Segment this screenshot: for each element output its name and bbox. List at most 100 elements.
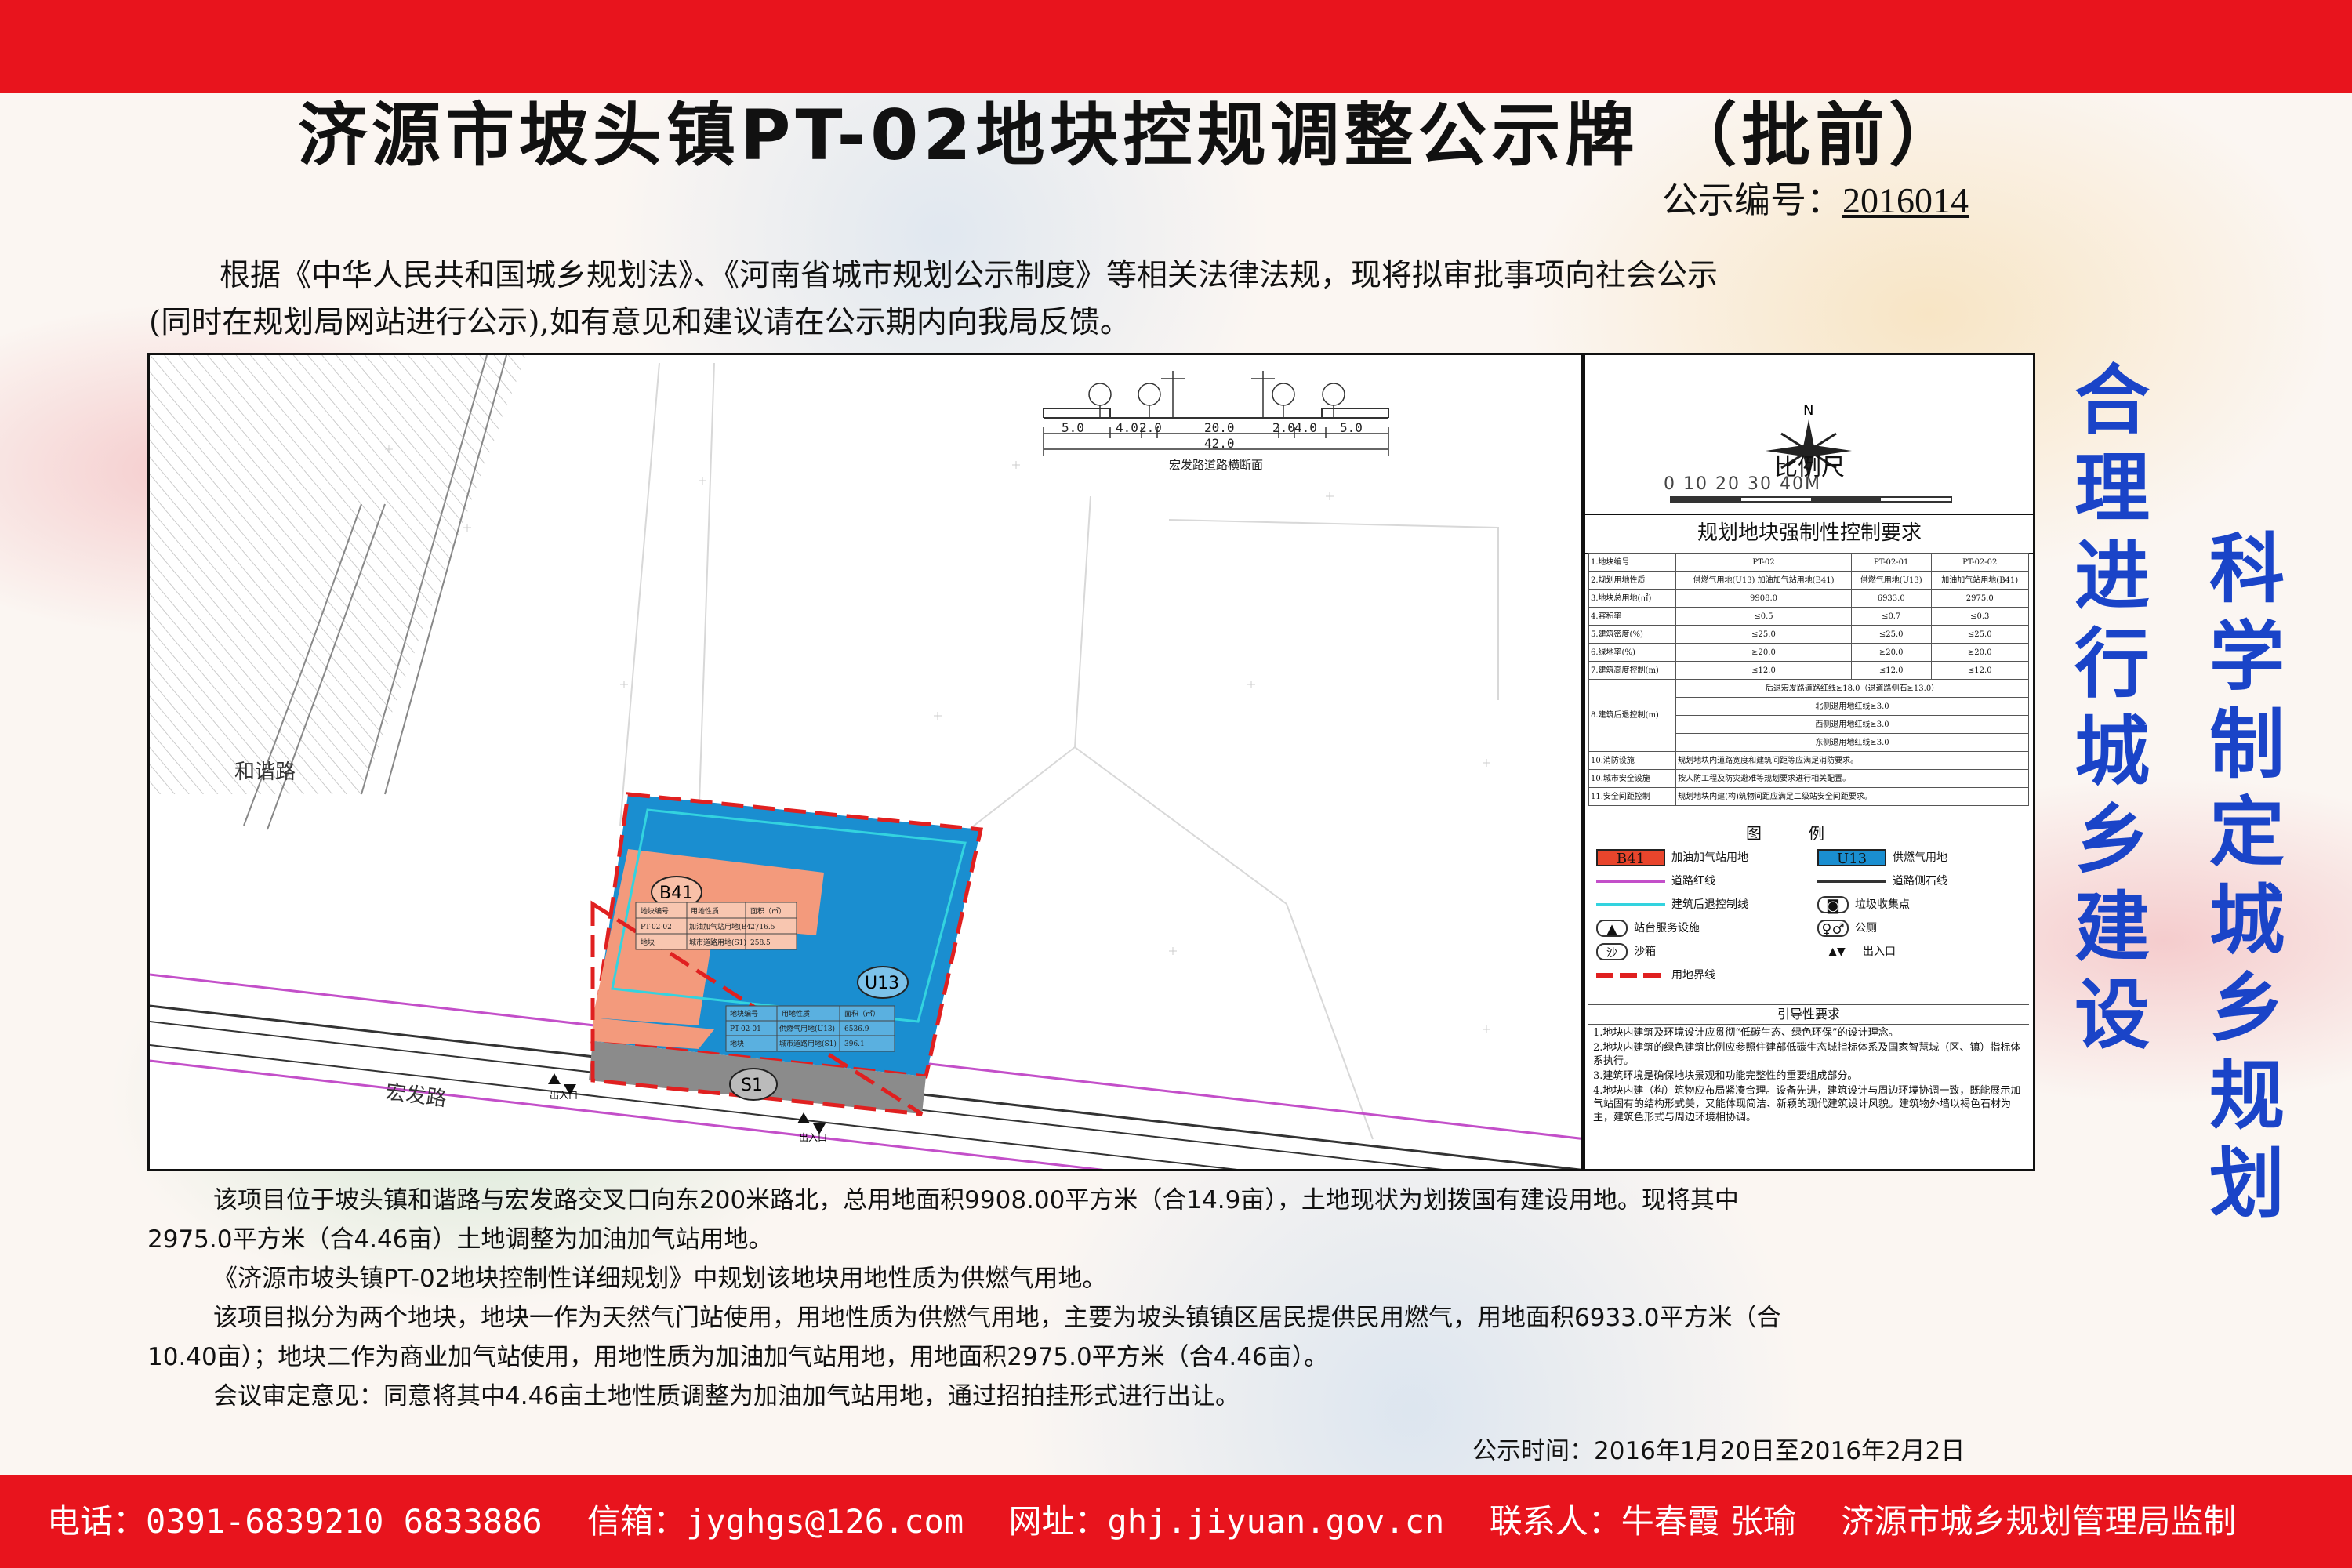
p2-r1c3: 6536.9 [844, 1025, 869, 1033]
table-row: 11.安全间距控制 规划地块内建(构)筑物间距应满足二级站安全间距要求。 [1588, 787, 2029, 806]
table-row: 5.建筑密度(%) ≤25.0 ≤25.0 ≤25.0 [1588, 625, 2029, 644]
footer-email: 信箱：jyghgs@126.com [587, 1502, 964, 1541]
trash-bin-icon: ◙ [1817, 896, 1849, 914]
slogan-right: 科学制定城乡规划 [2209, 525, 2285, 1228]
footer-organization: 济源市城乡规划管理局监制 [1841, 1502, 2237, 1541]
sandbox-icon: 沙 [1596, 943, 1628, 960]
entry-arrow-icon: ▲▼ [1828, 946, 1846, 958]
legend-swatch-b41: B41 [1596, 849, 1665, 867]
scale-numbers: 0 10 20 30 40M [1664, 474, 1821, 494]
legend-item-b41: B41 加油加气站用地 [1596, 848, 1748, 868]
notice-board: 济源市坡头镇PT-02地块控规调整公示牌 （批前） 公示编号：2016014 根… [0, 0, 2352, 1568]
p1-r1c1: PT-02-02 [641, 924, 672, 931]
b41-label: B41 [659, 884, 693, 903]
p1-h3: 面积（㎡） [750, 906, 786, 916]
guidance-title: 引导性要求 [1588, 1005, 2029, 1025]
entry-arrow-icon-2: 出入口 [797, 1112, 827, 1143]
planning-map-drawing: 和谐路 宏发路 B41 U13 S1 地块编号 用地性质 面积（㎡） PT-02… [150, 355, 1581, 1169]
control-title: 规划地块强制性控制要求 [1585, 514, 2033, 554]
table-row: 8.建筑后退控制(m) 后退宏发路道路红线≥18.0（退道路侧石≥13.0） [1588, 679, 2029, 752]
svg-text:2.0: 2.0 [1272, 420, 1295, 435]
footer: 电话：0391-6839210 6833886 信箱：jyghgs@126.co… [47, 1475, 2352, 1568]
svg-text:5.0: 5.0 [1062, 420, 1084, 435]
legend-item-u13: U13 供燃气用地 [1817, 848, 1947, 868]
legend-item-entry: ▲▼ 出入口 [1817, 942, 1896, 962]
svg-text:4.0: 4.0 [1294, 420, 1317, 435]
legend-item-trash: ◙ 垃圾收集点 [1817, 895, 1910, 915]
p2-r2c1: 地块 [730, 1039, 744, 1048]
description-para-1b: 2975.0平方米（合4.46亩）土地调整为加油加气站用地。 [147, 1225, 773, 1254]
top-red-band [0, 0, 2352, 93]
svg-text:5.0: 5.0 [1340, 420, 1363, 435]
section-dims: 5.0 4.0 2.0 20.0 2.0 4.0 5.0 42.0 宏发路道路横… [1062, 420, 1363, 472]
table-row: 10.消防设施 规划地块内道路宽度和建筑间距等应满足消防要求。 [1588, 751, 2029, 770]
notice-number-value: 2016014 [1842, 180, 1969, 220]
u13-label: U13 [865, 974, 899, 993]
svg-text:4.0: 4.0 [1116, 420, 1138, 435]
intro-line-1: 根据《中华人民共和国城乡规划法》、《河南省城市规划公示制度》等相关法律法规，现将… [220, 258, 1719, 293]
description-para-3b: 10.40亩）；地块二作为商业加气站使用，用地性质为加油加气站用地，用地面积29… [147, 1343, 1329, 1371]
toilet-icon: ♀♂ [1817, 920, 1849, 938]
svg-text:42.0: 42.0 [1204, 436, 1235, 451]
legend-item-curb-line: 道路侧石线 [1817, 871, 1947, 891]
table-row: 6.绿地率(%) ≥20.0 ≥20.0 ≥20.0 [1588, 643, 2029, 662]
footer-contact: 联系人：牛春霞 张瑜 [1489, 1502, 1797, 1541]
slogan-left: 合理进行城乡建设 [2074, 357, 2150, 1059]
legend-item-toilet: ♀♂ 公厕 [1817, 918, 1877, 938]
page-title: 济源市坡头镇PT-02地块控规调整公示牌 （批前） [298, 95, 1963, 176]
description-para-2: 《济源市坡头镇PT-02地块控制性详细规划》中规划该地块用地性质为供燃气用地。 [213, 1265, 1107, 1293]
svg-text:2.0: 2.0 [1139, 420, 1162, 435]
p1-r2c3: 258.5 [750, 939, 771, 947]
notice-number: 公示编号：2016014 [1662, 177, 1969, 224]
intro-text: 根据《中华人民共和国城乡规划法》、《河南省城市规划公示制度》等相关法律法规，现将… [149, 252, 2031, 347]
table-row: 7.建筑高度控制(m) ≤12.0 ≤12.0 ≤12.0 [1588, 661, 2029, 680]
p1-r1c2: 加油加气站用地(B41) [689, 922, 758, 931]
description-para-3: 该项目拟分为两个地块，地块一作为天然气门站使用，用地性质为供燃气用地，主要为坡头… [213, 1304, 1781, 1332]
legend-swatch-red-line [1596, 880, 1665, 883]
notice-period: 公示时间：2016年1月20日至2016年2月2日 [1472, 1437, 1965, 1465]
planning-map: 和谐路 宏发路 B41 U13 S1 地块编号 用地性质 面积（㎡） PT-02… [147, 353, 1584, 1171]
p2-h1: 地块编号 [730, 1009, 758, 1018]
s1-label: S1 [741, 1076, 763, 1095]
road-label-hongfa: 宏发路 [384, 1080, 448, 1111]
p1-r2c1: 地块 [641, 938, 655, 947]
legend-swatch-u13: U13 [1817, 849, 1886, 867]
p2-h3: 面积（㎡） [844, 1009, 880, 1018]
station-service-icon: ▲ [1596, 920, 1628, 938]
footer-website: 网址：ghj.jiyuan.gov.cn [1008, 1502, 1445, 1541]
parcel1-table: 地块编号 用地性质 面积（㎡） PT-02-02 加油加气站用地(B41) 27… [635, 902, 797, 950]
legend: B41 加油加气站用地 U13 供燃气用地 道路红线 道路侧石线 建筑后退控制线 ◙… [1590, 843, 2029, 998]
legend-title: 图例 [1588, 821, 2029, 844]
scale-bar [1670, 496, 1952, 503]
legend-swatch-setback [1596, 903, 1665, 906]
parcel2-table: 地块编号 用地性质 面积（㎡） PT-02-01 供燃气用地(U13) 6536… [725, 1005, 895, 1052]
p1-r2c2: 城市道路用地(S1) [689, 938, 746, 947]
svg-text:N: N [1803, 402, 1813, 419]
legend-item-boundary: 用地界线 [1596, 965, 1715, 985]
description-para-1: 该项目位于坡头镇和谐路与宏发路交叉口向东200米路北，总用地面积9908.00平… [213, 1186, 1739, 1214]
entry-arrow-icon-1: 出入口 [548, 1073, 578, 1101]
hatched-zone [150, 355, 526, 794]
description-para-4: 会议审定意见：同意将其中4.46亩土地性质调整为加油加气站用地，通过招拍挂形式进… [213, 1382, 1240, 1410]
p1-r1c3: 2716.5 [750, 924, 775, 931]
legend-swatch-curb-line [1817, 880, 1886, 883]
guidance-item: 4.地块内建（构）筑物应布局紧凑合理。设备先进，建筑设计与周边环境协调一致，既能… [1593, 1085, 2021, 1123]
p2-r2c3: 396.1 [844, 1040, 865, 1048]
table-row: 1.地块编号 PT-02 PT-02-01 PT-02-02 [1588, 553, 2029, 572]
guidance-item: 3.建筑环境是确保地块景观和功能完整性的重要组成部分。 [1593, 1070, 1858, 1082]
p2-r1c2: 供燃气用地(U13) [779, 1024, 835, 1033]
svg-text:宏发路道路横断面: 宏发路道路横断面 [1169, 458, 1263, 472]
guidance-section: 引导性要求 1.地块内建筑及环境设计应贯彻“低碳生态、绿色环保”的设计理念。 2… [1588, 1004, 2029, 1169]
legend-item-setback: 建筑后退控制线 [1596, 895, 1748, 915]
road-label-hexie: 和谐路 [234, 760, 296, 784]
guidance-item: 2.地块内建筑的绿色建筑比例应参照住建部低碳生态城指标体系及国家智慧城（区、镇）… [1593, 1042, 2021, 1067]
legend-item-red-line: 道路红线 [1596, 871, 1715, 891]
legend-item-station: ▲ 站台服务设施 [1596, 918, 1700, 938]
legend-swatch-boundary [1596, 973, 1665, 978]
svg-text:出入口: 出入口 [550, 1090, 578, 1101]
intro-line-2: (同时在规划局网站进行公示),如有意见和建议请在公示期内向我局反馈。 [149, 305, 1131, 340]
footer-phone: 电话：0391-6839210 6833886 [47, 1502, 543, 1541]
legend-panel: N 比例尺 0 10 20 30 40M 规划地块强制性控制要求 1.地块编号 P… [1584, 353, 2035, 1171]
table-row: 3.地块总用地(㎡) 9908.0 6933.0 2975.0 [1588, 589, 2029, 608]
table-row: 10.城市安全设施 按人防工程及防灾避难等规划要求进行相关配置。 [1588, 769, 2029, 788]
